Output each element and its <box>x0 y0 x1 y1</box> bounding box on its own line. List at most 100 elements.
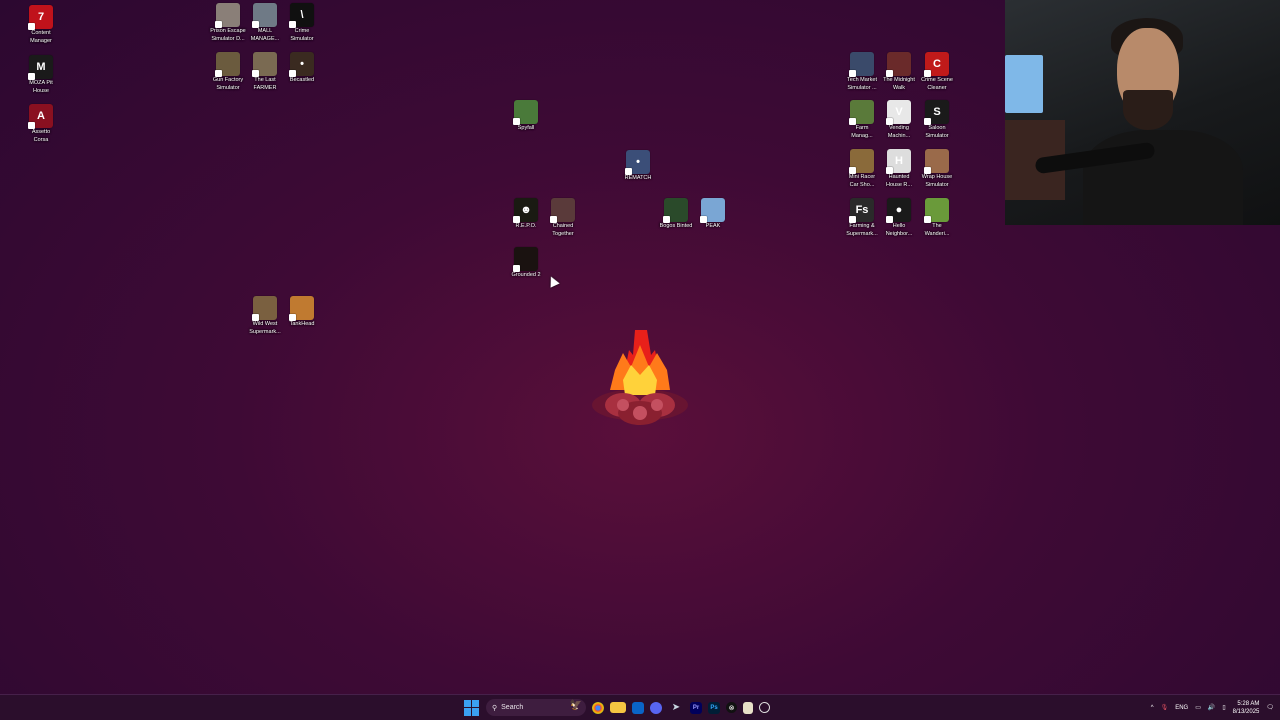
app-icon <box>700 198 725 223</box>
app-icon: V <box>886 100 911 125</box>
desktop-icon[interactable]: \ Crime Simulator <box>279 3 325 43</box>
app-icon: • <box>289 52 314 77</box>
shortcut-arrow-icon <box>924 167 931 174</box>
shortcut-arrow-icon <box>924 70 931 77</box>
app-icon <box>849 149 874 174</box>
shortcut-arrow-icon <box>886 70 893 77</box>
steam-icon[interactable]: ➤ <box>668 700 684 716</box>
shortcut-arrow-icon <box>849 70 856 77</box>
volume-icon[interactable]: 🔊 <box>1208 704 1215 711</box>
shortcut-arrow-icon <box>886 167 893 174</box>
app-icon <box>849 52 874 77</box>
clock-time: 5:28 AM <box>1237 700 1260 707</box>
campfire-wallpaper-art <box>592 330 688 425</box>
clock[interactable]: 5:28 AM 8/13/2025 <box>1233 700 1260 716</box>
desktop-icon[interactable]: Wrap House Simulator <box>914 149 960 189</box>
shortcut-arrow-icon <box>513 118 520 125</box>
app-icon <box>215 52 240 77</box>
shortcut-arrow-icon <box>550 216 557 223</box>
photoshop-icon[interactable]: Ps <box>708 701 720 714</box>
app-icon: ☻ <box>513 198 538 223</box>
network-icon[interactable]: ▭ <box>1195 704 1201 711</box>
taskbar-search-box[interactable]: ⚲ Search 🦅 <box>486 699 586 716</box>
desktop-icon[interactable]: • Becastled <box>279 52 325 85</box>
shortcut-arrow-icon <box>28 122 35 129</box>
desktop-icon[interactable]: S Saloon Simulator <box>914 100 960 140</box>
desktop-icon[interactable]: The Wanderi... <box>914 198 960 238</box>
desktop-icon-label: Grounded 2 <box>511 272 541 278</box>
app-icon <box>663 198 688 223</box>
desktop-icon-label: Content Manager <box>30 30 52 44</box>
language-indicator[interactable]: ENG <box>1175 705 1188 711</box>
desktop-icon-label: TankHead <box>289 321 315 327</box>
desktop-icon[interactable]: TankHead <box>279 296 325 329</box>
desktop-icon[interactable]: • REMATCH <box>615 150 661 183</box>
shortcut-arrow-icon <box>28 73 35 80</box>
notification-icon[interactable]: 🗨 <box>1266 704 1274 711</box>
capcut-icon[interactable]: ⊗ <box>726 702 737 713</box>
shortcut-arrow-icon <box>215 21 222 28</box>
desktop-icon[interactable]: Grounded 2 <box>503 247 549 280</box>
premiere-icon[interactable]: Pr <box>690 701 702 714</box>
app-icon: Fs <box>849 198 874 223</box>
app-icon <box>215 3 240 28</box>
battery-icon[interactable]: ▯ <box>1222 704 1225 711</box>
app-icon: • <box>625 150 650 175</box>
chrome-icon[interactable] <box>592 701 604 714</box>
shortcut-arrow-icon <box>886 118 893 125</box>
file-explorer-icon[interactable] <box>610 702 626 713</box>
desktop-icon[interactable]: PEAK <box>690 198 736 231</box>
desktop-icon[interactable]: C Crime Scene Cleaner <box>914 52 960 92</box>
taskbar-center: ⚲ Search 🦅 ➤ Pr Ps ⊗ <box>464 695 770 720</box>
shortcut-arrow-icon <box>289 70 296 77</box>
desktop-icon-label: The Wanderi... <box>924 223 950 237</box>
taskbar: ⚲ Search 🦅 ➤ Pr Ps ⊗ ^ 🎙 ENG ▭ 🔊 ▯ 5:28 … <box>0 694 1280 720</box>
desktop-icon[interactable]: 7 Content Manager <box>18 5 64 45</box>
windows-start-icon[interactable] <box>464 699 480 716</box>
discord-icon[interactable] <box>650 701 662 714</box>
shortcut-arrow-icon <box>215 70 222 77</box>
shortcut-arrow-icon <box>663 216 670 223</box>
app-icon <box>513 100 538 125</box>
system-tray: ^ 🎙 ENG ▭ 🔊 ▯ 5:28 AM 8/13/2025 🗨 <box>1151 695 1274 720</box>
desktop-icon[interactable]: Chained Together <box>540 198 586 238</box>
search-icon: ⚲ <box>492 704 498 712</box>
webcam-overlay <box>1005 0 1280 225</box>
shortcut-arrow-icon <box>513 216 520 223</box>
mouse-cursor <box>546 274 560 288</box>
desktop-icon-label: Assetto Corsa <box>31 129 51 143</box>
notepad-icon[interactable] <box>743 701 753 714</box>
chevron-up-icon[interactable]: ^ <box>1151 705 1154 711</box>
app-icon <box>550 198 575 223</box>
desktop-icon-label: Crime Simulator <box>290 28 314 42</box>
app-icon: S <box>924 100 949 125</box>
desktop-icon-label: PEAK <box>705 223 721 229</box>
shortcut-arrow-icon <box>886 216 893 223</box>
search-highlight-icon: 🦅 <box>569 700 582 711</box>
app-icon <box>513 247 538 272</box>
app-icon <box>924 149 949 174</box>
desktop-icon-label: Chained Together <box>552 223 574 237</box>
shortcut-arrow-icon <box>513 265 520 272</box>
desktop-icon-label: Wrap House Simulator <box>921 174 953 188</box>
obs-icon[interactable] <box>759 702 770 713</box>
microphone-icon[interactable]: 🎙 <box>1161 704 1169 711</box>
desktop-icon-label: Saloon Simulator <box>925 125 949 139</box>
app-icon: \ <box>289 3 314 28</box>
app-icon <box>289 296 314 321</box>
app-icon <box>924 198 949 223</box>
shortcut-arrow-icon <box>849 118 856 125</box>
shortcut-arrow-icon <box>849 167 856 174</box>
desktop-icon[interactable]: A Assetto Corsa <box>18 104 64 144</box>
background-monitor <box>1005 55 1043 113</box>
shortcut-arrow-icon <box>700 216 707 223</box>
desktop-icon[interactable]: M MOZA Pit House <box>18 55 64 95</box>
desktop-icon-label: Becastled <box>289 77 315 83</box>
shortcut-arrow-icon <box>289 21 296 28</box>
app-icon: ● <box>886 198 911 223</box>
desktop-icon-label: Crime Scene Cleaner <box>921 77 953 91</box>
outlook-icon[interactable] <box>632 701 644 714</box>
desktop-icon[interactable]: Spyfall <box>503 100 549 133</box>
clock-date: 8/13/2025 <box>1232 708 1260 715</box>
app-icon: M <box>28 55 53 80</box>
